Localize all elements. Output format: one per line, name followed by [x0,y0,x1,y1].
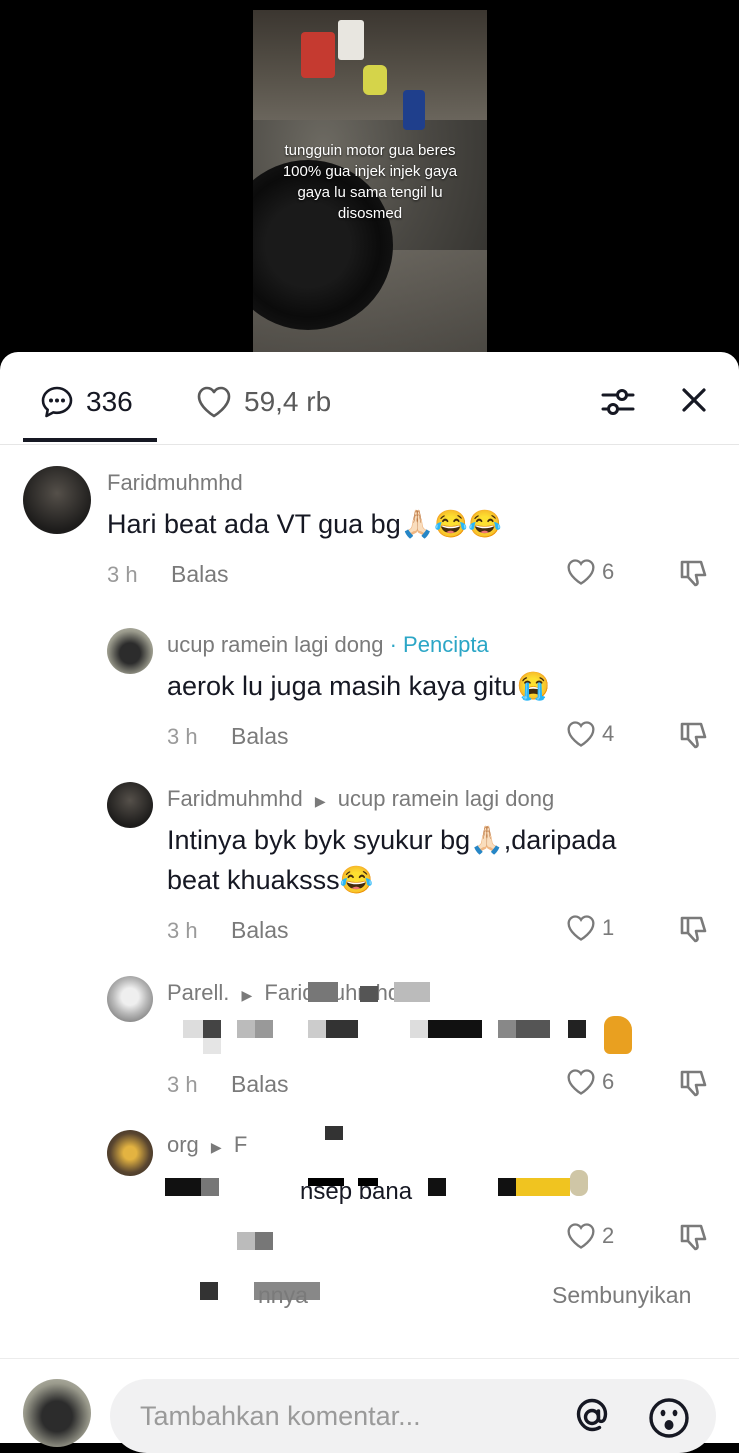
comments-count: 336 [86,386,133,417]
like-button[interactable]: 1 [566,914,614,942]
reply-item: Faridmuhmhd ▶ ucup ramein lagi dong Inti… [0,778,739,958]
like-button[interactable]: 4 [566,720,614,748]
emoji-icon[interactable] [648,1397,690,1439]
reply-item: Parell. ▶ Faridmuhmhd 3 h Balas 6 [0,972,739,1112]
reply-item: ucup ramein lagi dong · Pencipta aerok l… [0,624,739,764]
video-object [338,20,364,60]
hide-replies-button[interactable]: Sembunyikan [552,1282,691,1309]
avatar[interactable] [107,782,153,828]
caption-line: tungguin motor gua beres [284,142,456,159]
video-object [301,32,335,78]
like-count: 6 [602,1069,615,1094]
comment-item: Faridmuhmhd Hari beat ada VT gua bg🙏🏻😂😂 … [0,462,739,602]
username-text: ucup ramein lagi dong [167,632,384,657]
dislike-icon[interactable] [678,558,710,590]
heart-icon [197,386,231,418]
like-button[interactable]: 6 [566,1068,614,1096]
comment-time: 3 h [167,918,198,943]
tab-likes[interactable]: 59,4 rb [196,382,331,422]
comment-input-placeholder: Tambahkan komentar... [140,1401,421,1431]
reply-to-text: F [233,1132,248,1157]
avatar[interactable] [107,976,153,1022]
heart-icon [567,915,595,941]
reply-button[interactable]: Balas [231,723,289,750]
like-button[interactable]: 6 [566,558,614,586]
like-count: 2 [602,1223,615,1248]
username-text: Faridmuhmhd [167,786,303,811]
comment-time: 3 h [107,562,138,587]
video-object [403,90,425,130]
video-object [363,65,387,95]
avatar[interactable] [23,466,91,534]
avatar[interactable] [107,1130,153,1176]
filter-icon[interactable] [600,384,636,420]
like-button[interactable]: 2 [566,1222,614,1250]
likes-count: 59,4 rb [244,386,332,417]
comment-text: Hari beat ada VT gua bg🙏🏻😂😂 [107,509,502,539]
like-count: 6 [602,559,615,584]
reply-text: beat khuaksss😂 [167,865,374,895]
heart-icon [567,559,595,585]
reply-text: Intinya byk byk syukur bg🙏🏻,daripada [167,825,617,855]
reply-username[interactable]: org ▶ F [167,1132,247,1158]
comments-sheet: 336 59,4 rb Faridmuhmhd Hari beat ada VT… [0,352,739,1453]
reply-button[interactable]: Balas [231,1071,289,1098]
dislike-icon[interactable] [678,914,710,946]
tab-bar: 336 59,4 rb [0,352,739,445]
reply-arrow-icon: ▶ [210,1139,222,1155]
avatar[interactable] [107,628,153,674]
replies-toggle-row: nnya Sembunyikan [0,1272,739,1322]
reply-button[interactable]: Balas [171,561,229,588]
reply-arrow-icon: ▶ [241,987,253,1003]
reply-item: org ▶ F nsep bana 2 [0,1126,739,1266]
reply-to-text: ucup ramein lagi dong [337,786,555,811]
active-tab-indicator [23,438,157,442]
tab-comments[interactable]: 336 [40,382,133,422]
caption-line: gaya lu sama tengil lu [297,184,443,201]
username-text: org [167,1132,199,1157]
heart-icon [567,1223,595,1249]
caption-line: 100% gua injek injek gaya [282,163,458,180]
comment-icon [41,386,73,418]
comment-time: 3 h [167,1072,198,1097]
like-count: 1 [602,915,615,940]
reply-button[interactable]: Balas [231,917,289,944]
at-icon[interactable] [572,1397,612,1437]
reply-text: aerok lu juga masih kaya gitu😭 [167,671,551,701]
comment-username[interactable]: Faridmuhmhd [107,470,243,496]
comment-time: 3 h [167,724,198,749]
heart-icon [567,721,595,747]
close-icon[interactable] [676,382,712,418]
creator-badge: · Pencipta [389,632,489,657]
comment-input-bar: Tambahkan komentar... [0,1358,739,1453]
caption-line: disosmed [337,205,403,222]
dislike-icon[interactable] [678,720,710,752]
like-count: 4 [602,721,615,746]
reply-username[interactable]: Faridmuhmhd ▶ ucup ramein lagi dong [167,786,554,812]
reply-username[interactable]: ucup ramein lagi dong · Pencipta [167,632,489,658]
dislike-icon[interactable] [678,1068,710,1100]
heart-icon [567,1069,595,1095]
reply-arrow-icon: ▶ [314,793,326,809]
video-caption: tungguin motor gua beres 100% gua injek … [253,140,487,224]
view-more-replies[interactable]: nnya [258,1282,308,1309]
user-avatar[interactable] [23,1379,91,1447]
username-text: Parell. [167,980,230,1005]
dislike-icon[interactable] [678,1222,710,1254]
video-player[interactable]: tungguin motor gua beres 100% gua injek … [0,0,739,360]
